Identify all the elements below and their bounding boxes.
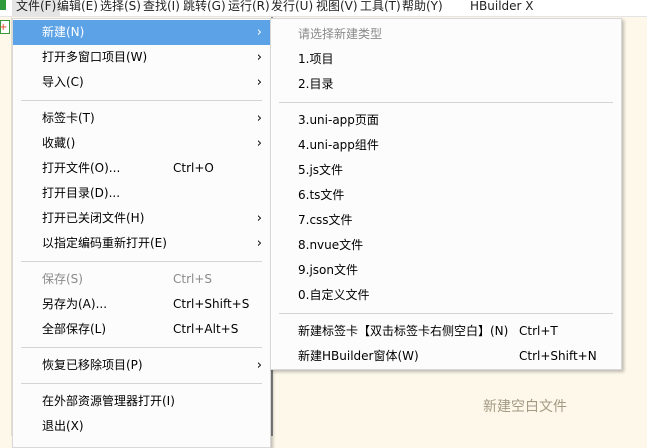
chevron-right-icon: › bbox=[256, 211, 262, 226]
menu-item-label: 打开已关闭文件(H) bbox=[42, 211, 145, 225]
menu-item[interactable]: 全部保存(L) Ctrl+Alt+S bbox=[13, 317, 270, 342]
menu-item[interactable]: 0.自定义文件 bbox=[271, 283, 621, 308]
menu-find[interactable]: 查找(I) bbox=[139, 0, 184, 16]
menu-separator bbox=[13, 342, 270, 353]
menu-item[interactable]: 恢复已移除项目(P) › bbox=[13, 353, 270, 378]
chevron-right-icon: › bbox=[256, 111, 262, 126]
menu-item-label: 6.ts文件 bbox=[298, 188, 345, 202]
menu-item[interactable]: 以指定编码重新打开(E) › bbox=[13, 231, 270, 256]
chevron-right-icon: › bbox=[256, 358, 262, 373]
left-toolbar bbox=[0, 17, 12, 436]
menu-item-label: 新建标签卡【双击标签卡右侧空白】(N) bbox=[298, 324, 509, 338]
new-submenu: 请选择新建类型 1.项目 2.目录 3.uni-app页面 4.uni-app组件 5.j… bbox=[270, 18, 622, 370]
chevron-right-icon: › bbox=[256, 236, 262, 251]
menu-item-label: 另存为(A)... bbox=[42, 297, 108, 311]
menu-item-label: 打开多窗口项目(W) bbox=[42, 50, 148, 64]
menu-item[interactable]: 3.uni-app页面 bbox=[271, 108, 621, 133]
menu-select[interactable]: 选择(S) bbox=[96, 0, 145, 16]
shortcut-label: Ctrl+T bbox=[519, 324, 558, 338]
submenu-header: 请选择新建类型 bbox=[271, 22, 621, 47]
menu-item-label: 2.目录 bbox=[298, 77, 334, 91]
menu-item[interactable]: 打开多窗口项目(W) › bbox=[13, 45, 270, 70]
menu-item[interactable]: 新建标签卡【双击标签卡右侧空白】(N) Ctrl+T bbox=[271, 319, 621, 344]
menu-item[interactable]: 1.项目 bbox=[271, 47, 621, 72]
menu-item-label: 3.uni-app页面 bbox=[298, 113, 379, 127]
menu-view[interactable]: 视图(V) bbox=[312, 0, 362, 16]
menu-item[interactable]: 5.js文件 bbox=[271, 158, 621, 183]
menu-item-label: 恢复已移除项目(P) bbox=[42, 358, 143, 372]
menu-item[interactable]: 导入(C) › bbox=[13, 70, 270, 95]
menu-item-label: 4.uni-app组件 bbox=[298, 138, 379, 152]
menu-item[interactable]: 收藏() › bbox=[13, 131, 270, 156]
menu-item[interactable]: 新建(N) › bbox=[13, 20, 270, 45]
menu-item[interactable]: 7.css文件 bbox=[271, 208, 621, 233]
shortcut-label: Ctrl+Shift+S bbox=[173, 297, 250, 311]
shortcut-label: Ctrl+S bbox=[173, 272, 213, 286]
menu-item[interactable]: 4.uni-app组件 bbox=[271, 133, 621, 158]
menu-item-label: 以指定编码重新打开(E) bbox=[42, 236, 167, 250]
menu-separator bbox=[13, 256, 270, 267]
menu-item[interactable]: 新建HBuilder窗体(W) Ctrl+Shift+N bbox=[271, 344, 621, 369]
menu-item[interactable]: 打开目录(D)... bbox=[13, 181, 270, 206]
menu-item[interactable]: 在外部资源管理器打开(I) bbox=[13, 389, 270, 414]
menu-separator bbox=[13, 95, 270, 106]
menu-item-label: 0.自定义文件 bbox=[298, 288, 370, 302]
menu-item-label: 全部保存(L) bbox=[42, 322, 107, 336]
menu-item-label: 打开目录(D)... bbox=[42, 186, 121, 200]
menu-item[interactable]: 2.目录 bbox=[271, 72, 621, 97]
menu-item-label: 7.css文件 bbox=[298, 213, 353, 227]
menu-item-label: 9.json文件 bbox=[298, 263, 358, 277]
menu-item[interactable]: 打开已关闭文件(H) › bbox=[13, 206, 270, 231]
menu-publish[interactable]: 发行(U) bbox=[267, 0, 317, 16]
menu-item[interactable]: 标签卡(T) › bbox=[13, 106, 270, 131]
menu-help[interactable]: 帮助(Y) bbox=[398, 0, 447, 16]
menu-item-label: 标签卡(T) bbox=[42, 111, 95, 125]
chevron-right-icon: › bbox=[256, 50, 262, 65]
menu-item-label: 导入(C) bbox=[42, 75, 84, 89]
menu-item-label: 在外部资源管理器打开(I) bbox=[42, 394, 175, 408]
chevron-right-icon: › bbox=[256, 75, 262, 90]
menu-item-label: 8.nvue文件 bbox=[298, 238, 364, 252]
menu-goto[interactable]: 跳转(G) bbox=[179, 0, 230, 16]
menu-item-label: 新建HBuilder窗体(W) bbox=[298, 349, 419, 363]
app-title: HBuilder X bbox=[470, 0, 534, 13]
shortcut-label: Ctrl+Shift+N bbox=[519, 349, 597, 363]
menu-separator bbox=[271, 97, 621, 108]
menu-bar: 文件(F) 编辑(E) 选择(S) 查找(I) 跳转(G) 运行(R) 发行(U… bbox=[0, 0, 647, 17]
menu-item-label: 新建(N) bbox=[42, 25, 85, 39]
menu-item[interactable]: 退出(X) bbox=[13, 414, 270, 439]
menu-item-label: 5.js文件 bbox=[298, 163, 344, 177]
file-menu: 新建(N) › 打开多窗口项目(W) › 导入(C) › 标签卡(T) › 收藏() › 打开文件(… bbox=[12, 18, 271, 448]
menu-item-label: 收藏() bbox=[42, 136, 76, 150]
menu-edit[interactable]: 编辑(E) bbox=[53, 0, 102, 16]
menu-item-label: 保存(S) bbox=[42, 272, 83, 286]
chevron-right-icon: › bbox=[256, 136, 262, 151]
menu-item[interactable]: 另存为(A)... Ctrl+Shift+S bbox=[13, 292, 270, 317]
menu-separator bbox=[13, 378, 270, 389]
new-file-icon[interactable] bbox=[0, 20, 10, 34]
shortcut-label: Ctrl+O bbox=[173, 161, 214, 175]
menu-item-label: 退出(X) bbox=[42, 419, 84, 433]
new-blank-file-link[interactable]: 新建空白文件 bbox=[483, 396, 567, 416]
menu-item-label: 1.项目 bbox=[298, 52, 334, 66]
menu-item[interactable]: 8.nvue文件 bbox=[271, 233, 621, 258]
app-icon bbox=[0, 0, 6, 10]
menu-item-label: 打开文件(O)... bbox=[42, 161, 121, 175]
chevron-right-icon: › bbox=[256, 25, 262, 40]
menu-item[interactable]: 6.ts文件 bbox=[271, 183, 621, 208]
shortcut-label: Ctrl+Alt+S bbox=[173, 322, 239, 336]
menu-separator bbox=[271, 308, 621, 319]
menu-item[interactable]: 打开文件(O)... Ctrl+O bbox=[13, 156, 270, 181]
menu-item[interactable]: 9.json文件 bbox=[271, 258, 621, 283]
menu-item[interactable]: 保存(S) Ctrl+S bbox=[13, 267, 270, 292]
submenu-header-label: 请选择新建类型 bbox=[298, 27, 383, 41]
